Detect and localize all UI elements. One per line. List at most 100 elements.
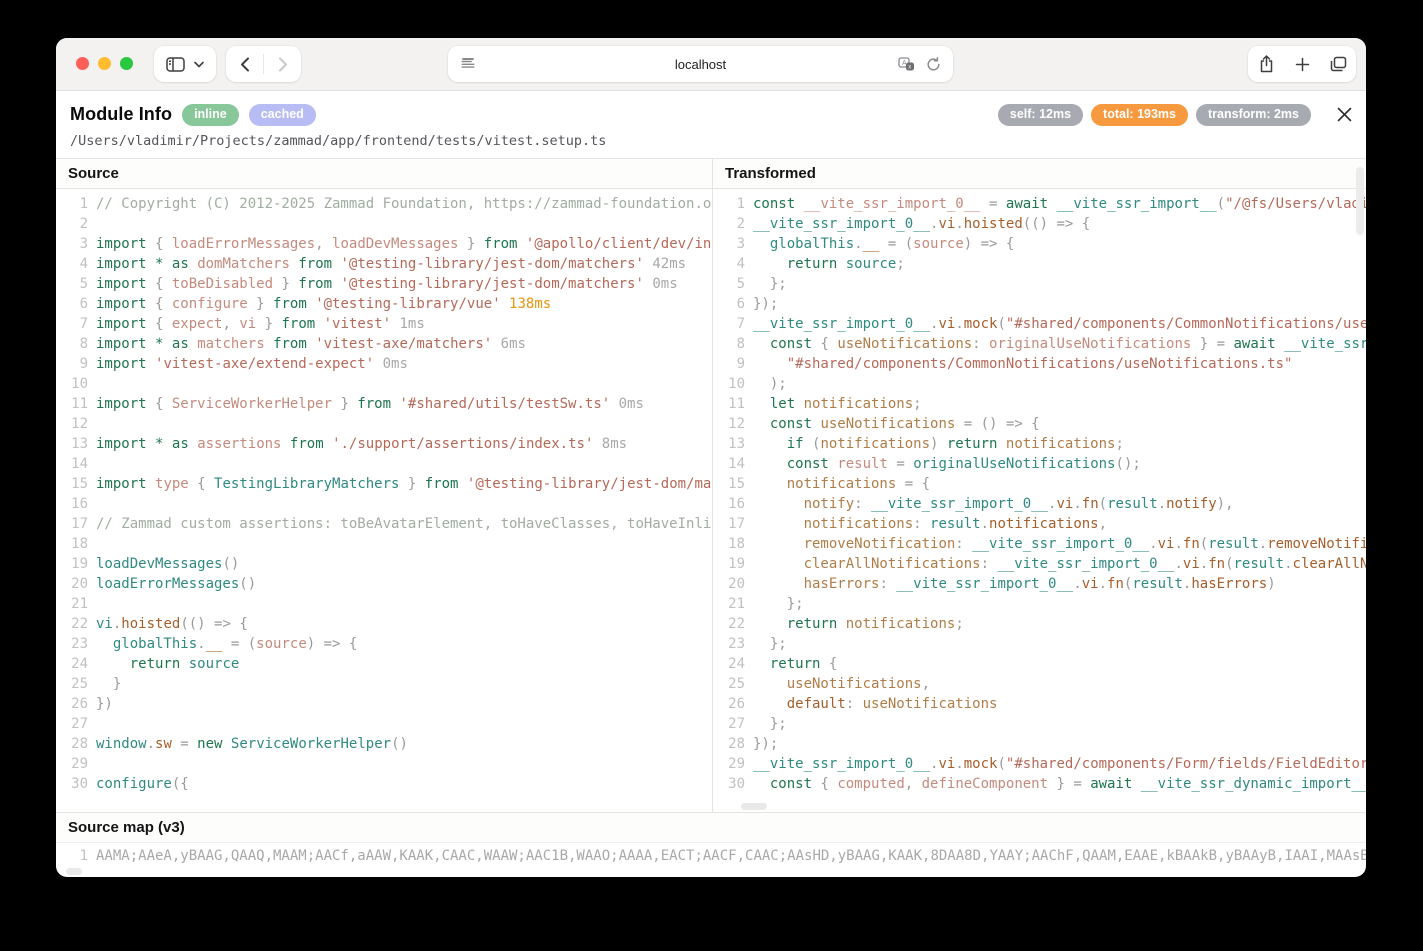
url-text[interactable]: localhost: [675, 57, 726, 72]
line-number: 20: [719, 574, 745, 594]
translate-icon[interactable]: A x: [898, 57, 915, 72]
module-info-header: Module Info inline cached self: 12ms tot…: [56, 91, 1366, 158]
svg-text:x: x: [908, 64, 911, 70]
sourcemap-scrollbar-thumb[interactable]: [66, 868, 82, 875]
code-line: 18 removeNotification: __vite_ssr_import…: [719, 534, 1366, 554]
code-line: 5 };: [719, 274, 1366, 294]
code-line: 10: [62, 374, 712, 394]
code-line: 2: [62, 214, 712, 234]
source-code-view[interactable]: 1// Copyright (C) 2012-2025 Zammad Found…: [56, 189, 712, 812]
cached-badge: cached: [249, 104, 316, 126]
line-number: 30: [719, 774, 745, 794]
line-number: 9: [62, 354, 88, 374]
transformed-code-view[interactable]: 1const __vite_ssr_import_0__ = await __v…: [713, 189, 1366, 812]
line-number: 21: [719, 594, 745, 614]
line-number: 5: [62, 274, 88, 294]
line-number: 18: [719, 534, 745, 554]
line-number: 3: [719, 234, 745, 254]
code-line: 10 );: [719, 374, 1366, 394]
code-line: 25 useNotifications,: [719, 674, 1366, 694]
code-line: 9 "#shared/components/CommonNotification…: [719, 354, 1366, 374]
code-line: 6});: [719, 294, 1366, 314]
line-number: 26: [62, 694, 88, 714]
line-number: 12: [62, 414, 88, 434]
code-line: 26}): [62, 694, 712, 714]
code-line: 13import * as assertions from './support…: [62, 434, 712, 454]
line-number: 21: [62, 594, 88, 614]
zoom-window-button[interactable]: [120, 57, 133, 70]
code-line: 20 hasErrors: __vite_ssr_import_0__.vi.f…: [719, 574, 1366, 594]
line-number: 13: [62, 434, 88, 454]
toolbar-actions: [1248, 46, 1356, 82]
tab-overview-icon[interactable]: [1320, 56, 1356, 72]
line-number: 23: [62, 634, 88, 654]
transformed-panel: Transformed 1const __vite_ssr_import_0__…: [713, 159, 1366, 812]
sourcemap-title: Source map (v3): [56, 813, 1366, 843]
traffic-lights: [76, 57, 133, 70]
new-tab-icon[interactable]: [1284, 57, 1320, 72]
line-number: 2: [62, 214, 88, 234]
forward-button[interactable]: [264, 57, 301, 72]
line-number: 27: [62, 714, 88, 734]
line-number: 4: [719, 254, 745, 274]
close-icon[interactable]: [1337, 107, 1352, 122]
code-line: 11import { ServiceWorkerHelper } from '#…: [62, 394, 712, 414]
line-number: 23: [719, 634, 745, 654]
nav-button-group: [226, 46, 301, 82]
code-line: 6import { configure } from '@testing-lib…: [62, 294, 712, 314]
line-number: 5: [719, 274, 745, 294]
code-line: 21 };: [719, 594, 1366, 614]
source-panel-title: Source: [56, 159, 712, 189]
sidebar-toggle-button[interactable]: [154, 46, 216, 82]
code-line: 29: [62, 754, 712, 774]
transformed-panel-title: Transformed: [713, 159, 1366, 189]
code-line: 4 return source;: [719, 254, 1366, 274]
line-number: 6: [719, 294, 745, 314]
line-number: 28: [62, 734, 88, 754]
code-line: 2__vite_ssr_import_0__.vi.hoisted(() => …: [719, 214, 1366, 234]
chevron-down-icon: [194, 61, 204, 68]
horizontal-scrollbar-thumb[interactable]: [741, 803, 767, 810]
sourcemap-line: 1 AAMA;AAeA,yBAAG,QAAQ,MAAM;AACf,aAAW,KA…: [56, 845, 1366, 867]
line-number: 16: [62, 494, 88, 514]
line-number: 8: [719, 334, 745, 354]
minimize-window-button[interactable]: [98, 57, 111, 70]
sourcemap-mappings: AAMA;AAeA,yBAAG,QAAQ,MAAM;AACf,aAAW,KAAK…: [96, 845, 1366, 867]
code-line: 22 return notifications;: [719, 614, 1366, 634]
line-number: 18: [62, 534, 88, 554]
browser-window: localhost A x: [56, 38, 1366, 877]
vertical-scrollbar-thumb[interactable]: [1356, 167, 1364, 235]
code-line: 14 const result = originalUseNotificatio…: [719, 454, 1366, 474]
code-line: 12: [62, 414, 712, 434]
close-window-button[interactable]: [76, 57, 89, 70]
line-number: 19: [719, 554, 745, 574]
module-file-path: /Users/vladimir/Projects/zammad/app/fron…: [70, 133, 1352, 149]
line-number: 15: [62, 474, 88, 494]
line-number: 10: [62, 374, 88, 394]
code-line: 3 globalThis.__ = (source) => {: [719, 234, 1366, 254]
share-icon[interactable]: [1248, 55, 1284, 73]
code-line: 20loadErrorMessages(): [62, 574, 712, 594]
line-number: 16: [719, 494, 745, 514]
page-format-icon[interactable]: [460, 57, 476, 71]
code-line: 8import * as matchers from 'vitest-axe/m…: [62, 334, 712, 354]
line-number: 9: [719, 354, 745, 374]
line-number: 26: [719, 694, 745, 714]
line-number: 29: [719, 754, 745, 774]
code-line: 7__vite_ssr_import_0__.vi.mock("#shared/…: [719, 314, 1366, 334]
code-line: 9import 'vitest-axe/extend-expect' 0ms: [62, 354, 712, 374]
code-line: 17// Zammad custom assertions: toBeAvata…: [62, 514, 712, 534]
code-line: 30configure({: [62, 774, 712, 794]
line-number: 12: [719, 414, 745, 434]
back-button[interactable]: [226, 57, 263, 72]
self-time-badge: self: 12ms: [998, 104, 1083, 126]
code-line: 23 globalThis.__ = (source) => {: [62, 634, 712, 654]
line-number: 7: [719, 314, 745, 334]
source-panel: Source 1// Copyright (C) 2012-2025 Zamma…: [56, 159, 713, 812]
line-number: 17: [719, 514, 745, 534]
reload-icon[interactable]: [926, 57, 941, 72]
code-line: 3import { loadErrorMessages, loadDevMess…: [62, 234, 712, 254]
line-number: 19: [62, 554, 88, 574]
code-line: 1const __vite_ssr_import_0__ = await __v…: [719, 194, 1366, 214]
address-bar[interactable]: localhost A x: [448, 46, 953, 82]
